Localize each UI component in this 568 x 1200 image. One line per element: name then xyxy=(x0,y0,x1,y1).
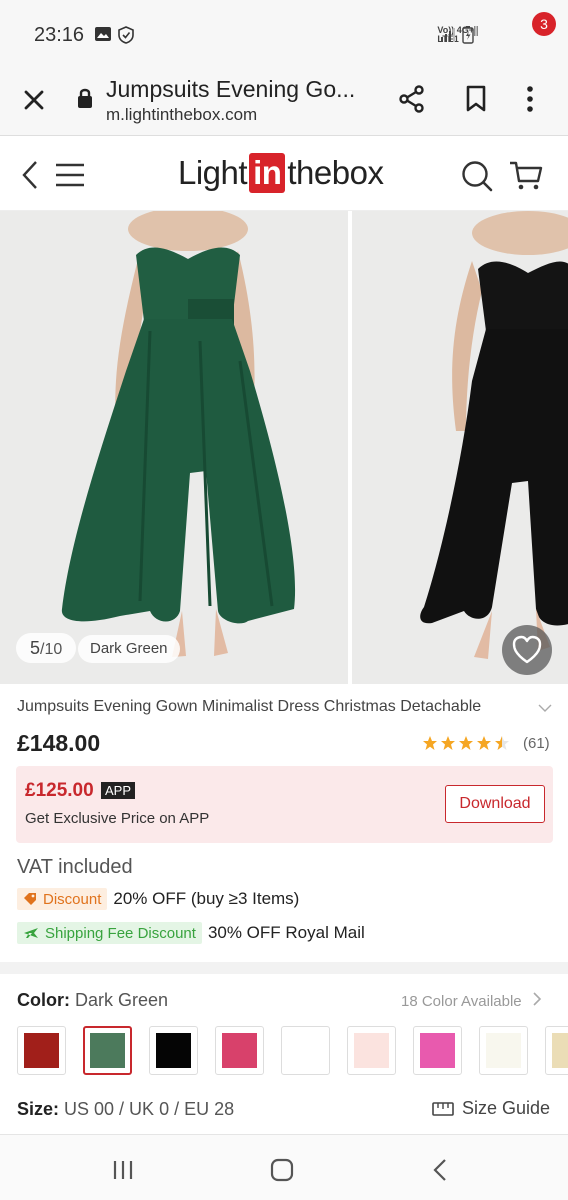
back-icon[interactable] xyxy=(432,1158,448,1182)
signal-icon xyxy=(441,28,455,42)
favorite-button[interactable] xyxy=(502,625,552,675)
color-swatch-fill xyxy=(24,1033,59,1068)
discount-text: 20% OFF (buy ≥3 Items) xyxy=(113,889,300,908)
gallery-icon xyxy=(95,27,111,41)
status-time: 23:16 xyxy=(34,24,85,46)
color-swatch-fill xyxy=(90,1033,125,1068)
color-swatch[interactable] xyxy=(479,1026,528,1075)
color-swatch-fill xyxy=(552,1033,568,1068)
product-image-gallery[interactable]: 5/10 Dark Green xyxy=(0,211,568,684)
logo-text-left: Light xyxy=(178,154,248,191)
heart-icon xyxy=(512,635,542,664)
color-swatch[interactable] xyxy=(17,1026,66,1075)
color-swatch[interactable] xyxy=(413,1026,462,1075)
vat-note: VAT included xyxy=(17,856,133,878)
site-header: Light in thebox xyxy=(0,137,568,211)
close-icon[interactable] xyxy=(20,86,48,114)
back-chevron-icon[interactable] xyxy=(20,159,40,191)
shipping-chip: Shipping Fee Discount xyxy=(17,922,202,944)
logo-text-in: in xyxy=(249,153,286,193)
color-swatch[interactable] xyxy=(215,1026,264,1075)
system-navigation-bar xyxy=(0,1134,568,1200)
size-label-title: Size: xyxy=(17,1099,60,1119)
chevron-right-icon xyxy=(533,992,541,1006)
browser-address-bar: Jumpsuits Evening Go... m.lightinthebox.… xyxy=(0,66,568,136)
ruler-icon xyxy=(432,1101,454,1116)
app-tag: APP xyxy=(101,782,136,799)
expand-chevron-icon[interactable] xyxy=(538,704,552,713)
logo-text-right: thebox xyxy=(287,154,384,191)
app-price: £125.00 xyxy=(25,780,94,801)
star-icon xyxy=(459,736,473,750)
color-swatch[interactable] xyxy=(83,1026,132,1075)
color-swatch[interactable] xyxy=(149,1026,198,1075)
battery-icon xyxy=(462,26,474,44)
section-divider xyxy=(0,962,568,974)
plane-icon xyxy=(24,928,38,938)
product-photo-dark-green[interactable] xyxy=(0,211,348,684)
page-title[interactable]: Jumpsuits Evening Go... xyxy=(106,76,355,103)
product-price: £148.00 xyxy=(17,730,101,756)
page-url[interactable]: m.lightinthebox.com xyxy=(106,105,257,125)
size-guide-label: Size Guide xyxy=(462,1098,551,1118)
gallery-total: /10 xyxy=(40,641,63,658)
shield-icon xyxy=(118,26,134,44)
product-photo-black[interactable] xyxy=(352,211,568,684)
gallery-page-counter: 5/10 xyxy=(16,633,77,663)
star-icon xyxy=(477,736,491,750)
gallery-color-tag: Dark Green xyxy=(78,635,180,663)
network-arrows-icon xyxy=(474,26,478,36)
share-icon[interactable] xyxy=(398,84,426,114)
size-label[interactable]: Size: US 00 / UK 0 / EU 28 xyxy=(17,1099,234,1120)
color-swatch[interactable] xyxy=(347,1026,396,1075)
recent-apps-icon[interactable] xyxy=(112,1159,134,1181)
product-title: Jumpsuits Evening Gown Minimalist Dress … xyxy=(17,698,482,715)
size-value: US 00 / UK 0 / EU 28 xyxy=(64,1099,235,1119)
color-swatch-fill xyxy=(486,1033,521,1068)
cart-count-badge: 3 xyxy=(532,12,556,36)
size-guide-link[interactable]: Size Guide xyxy=(432,1098,550,1119)
color-swatch-fill xyxy=(288,1033,323,1068)
cart-icon[interactable] xyxy=(508,157,544,191)
color-swatch[interactable] xyxy=(281,1026,330,1075)
color-swatch[interactable] xyxy=(545,1026,568,1075)
color-swatch-list xyxy=(17,1026,568,1075)
app-price-text: Get Exclusive Price on APP xyxy=(25,810,210,827)
color-value: Dark Green xyxy=(75,990,169,1010)
search-icon[interactable] xyxy=(460,159,494,193)
status-bar: 23:16 Vo)) 4G+ LTE1 xyxy=(0,0,568,66)
site-logo[interactable]: Light in thebox xyxy=(178,151,384,195)
bookmark-icon[interactable] xyxy=(464,84,488,114)
tag-icon xyxy=(24,893,36,905)
discount-chip-label: Discount xyxy=(43,890,102,908)
hamburger-menu-icon[interactable] xyxy=(54,161,86,189)
color-swatch-fill xyxy=(354,1033,389,1068)
color-swatch-fill xyxy=(222,1033,257,1068)
more-menu-icon[interactable] xyxy=(526,84,534,114)
review-count[interactable]: (61) xyxy=(523,735,550,752)
color-label-title: Color: xyxy=(17,990,70,1010)
star-icon xyxy=(495,736,509,750)
color-label: Color: Dark Green xyxy=(17,990,168,1011)
color-swatch-fill xyxy=(420,1033,455,1068)
rating-stars xyxy=(422,735,510,751)
color-swatch-fill xyxy=(156,1033,191,1068)
shipping-promo[interactable]: Shipping Fee Discount 30% OFF Royal Mail xyxy=(17,921,365,945)
home-icon[interactable] xyxy=(270,1158,294,1182)
star-icon xyxy=(423,736,437,750)
discount-promo[interactable]: Discount 20% OFF (buy ≥3 Items) xyxy=(17,887,299,911)
star-icon xyxy=(441,736,455,750)
gallery-index: 5 xyxy=(30,638,41,658)
lock-icon xyxy=(78,88,92,108)
shipping-chip-label: Shipping Fee Discount xyxy=(45,924,196,942)
color-available-text: 18 Color Available xyxy=(401,993,522,1010)
color-available-link[interactable]: 18 Color Available xyxy=(401,992,542,1010)
app-price-banner: £125.00 APP Get Exclusive Price on APP D… xyxy=(16,766,553,843)
shipping-text: 30% OFF Royal Mail xyxy=(207,923,365,942)
download-app-button[interactable]: Download xyxy=(445,785,545,823)
discount-chip: Discount xyxy=(17,888,108,910)
